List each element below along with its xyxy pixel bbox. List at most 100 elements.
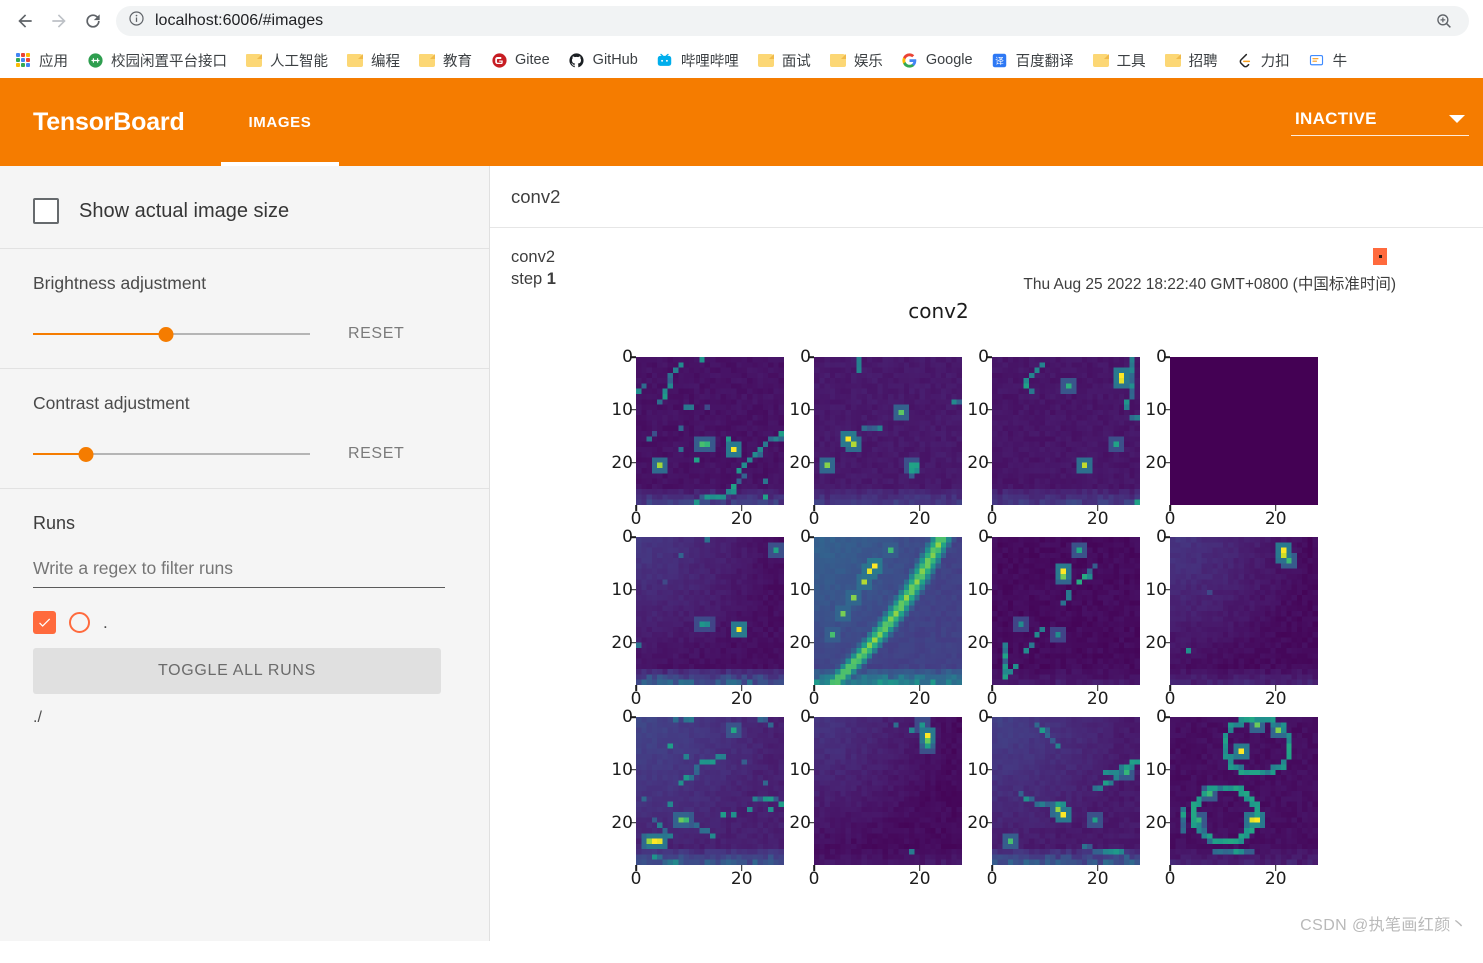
run-item-label: . (103, 612, 108, 632)
bookmark-item[interactable]: 面试 (749, 47, 819, 74)
tag-group-title: conv2 (511, 185, 561, 207)
folder-icon (1092, 51, 1110, 69)
slider-thumb[interactable] (78, 446, 94, 462)
x-tick-label: 20 (1264, 509, 1287, 529)
brightness-slider-row[interactable]: RESET (33, 324, 456, 344)
folder-icon (829, 51, 847, 69)
bookmark-label: 人工智能 (270, 53, 328, 70)
tag-group-header[interactable]: conv2 (490, 166, 1483, 228)
forward-button[interactable] (42, 4, 76, 38)
bookmark-item[interactable]: 校园闲置平台接口 (78, 47, 235, 74)
run-color-swatch[interactable] (1373, 248, 1387, 265)
address-bar[interactable]: localhost:6006/#images (116, 6, 1469, 36)
run-checkbox[interactable] (33, 611, 56, 634)
bookmark-item[interactable]: 哔哩哔哩 (648, 47, 747, 74)
bookmark-item[interactable]: 编程 (338, 47, 408, 74)
back-arrow-icon (18, 14, 32, 28)
x-tick-mark (1169, 865, 1171, 871)
x-tick-mark (740, 865, 743, 871)
x-tick-mark (740, 685, 743, 691)
x-tick-label: 20 (1264, 869, 1287, 889)
run-status-select[interactable]: INACTIVE (1291, 109, 1469, 136)
contrast-slider[interactable] (33, 444, 310, 464)
back-button[interactable] (8, 4, 42, 38)
x-tick-label: 20 (730, 689, 753, 709)
y-tick-mark (1164, 641, 1170, 644)
x-tick-label: 0 (630, 869, 642, 889)
x-tick-label: 20 (908, 509, 931, 529)
info-circle-icon[interactable] (128, 10, 145, 32)
toggle-all-runs-button[interactable]: TOGGLE ALL RUNS (33, 648, 441, 694)
feature-map-grid: 0 10 20 0 20 0 10 20 0 20 0 10 20 0 20 0 10 20 0 20 0 10 20 0 20… (607, 347, 1462, 889)
app-body: Show actual image size Brightness adjust… (0, 166, 1483, 941)
y-tick-mark (986, 769, 992, 771)
x-tick-mark (740, 505, 743, 511)
y-tick-mark (986, 409, 992, 411)
y-tick-mark (986, 641, 992, 644)
x-tick-mark (918, 685, 921, 691)
x-tick-mark (1274, 685, 1277, 691)
bookmark-item[interactable]: Google (893, 48, 981, 72)
bookmark-item[interactable]: 牛 (1300, 47, 1356, 74)
x-tick-label: 0 (986, 509, 998, 529)
brightness-slider[interactable] (33, 324, 310, 344)
bookmark-label: 编程 (371, 53, 400, 70)
x-tick-mark (991, 865, 993, 871)
runs-filter-input[interactable] (33, 558, 445, 579)
tensorboard-tabs: IMAGES (220, 78, 340, 166)
bookmark-item[interactable]: 译 百度翻译 (983, 47, 1082, 74)
figure-title: conv2 (908, 299, 969, 323)
bookmark-item[interactable]: 娱乐 (821, 47, 891, 74)
show-actual-size-row[interactable]: Show actual image size (33, 190, 456, 224)
x-tick-label: 20 (1264, 689, 1287, 709)
toggle-all-runs-label: TOGGLE ALL RUNS (157, 662, 317, 679)
bookmark-label: Gitee (515, 52, 550, 68)
y-tick-mark (986, 716, 992, 718)
x-tick-mark (918, 865, 921, 871)
y-tick-mark (1164, 821, 1170, 824)
bookmark-item[interactable]: 招聘 (1156, 47, 1226, 74)
bookmark-item[interactable]: 力扣 (1228, 47, 1298, 74)
x-tick-mark (918, 505, 921, 511)
folder-icon (418, 51, 436, 69)
feature-map-panel: 0 10 20 0 20 (607, 707, 785, 889)
feature-map-canvas (636, 537, 784, 685)
bookmarks-bar: 应用 校园闲置平台接口 人工智能 编程 教育 Gitee GitHub 哔哩哔哩 面试 娱乐 Goo… (0, 42, 1483, 78)
run-item-dot[interactable]: . (33, 611, 456, 634)
brightness-reset-button[interactable]: RESET (348, 325, 404, 343)
slider-thumb[interactable] (158, 326, 174, 342)
x-tick-label: 20 (730, 869, 753, 889)
bookmark-item[interactable]: 教育 (410, 47, 480, 74)
bookmark-item[interactable]: 工具 (1084, 47, 1154, 74)
folder-icon (757, 51, 775, 69)
leetcode-icon (1236, 51, 1254, 69)
reload-button[interactable] (76, 4, 110, 38)
y-tick-mark (986, 589, 992, 591)
tensorboard-logo[interactable]: TensorBoard (0, 78, 221, 166)
y-tick-mark (630, 536, 636, 538)
y-tick-mark (630, 716, 636, 718)
feature-map-canvas (992, 717, 1140, 865)
x-tick-label: 0 (1164, 509, 1176, 529)
bookmark-item[interactable]: 人工智能 (237, 47, 336, 74)
y-tick-mark (630, 821, 636, 824)
runs-title: Runs (33, 513, 76, 533)
bookmark-item[interactable]: Gitee (482, 48, 558, 72)
x-tick-mark (1169, 685, 1171, 691)
contrast-reset-button[interactable]: RESET (348, 445, 404, 463)
bookmark-label: 应用 (39, 53, 68, 70)
x-tick-label: 20 (730, 509, 753, 529)
bookmark-item[interactable]: GitHub (560, 48, 646, 72)
slider-fill (33, 332, 166, 336)
contrast-slider-row[interactable]: RESET (33, 444, 456, 464)
y-tick-mark (808, 821, 814, 824)
runs-filter[interactable] (33, 558, 445, 588)
bookmark-item[interactable]: 应用 (6, 47, 76, 74)
feature-map-canvas (992, 537, 1140, 685)
header-right-group: INACTIVE (1291, 78, 1483, 166)
show-actual-size-checkbox[interactable] (33, 198, 59, 224)
x-tick-mark (991, 505, 993, 511)
zoom-in-icon[interactable] (1431, 12, 1457, 30)
tab-images[interactable]: IMAGES (220, 78, 340, 166)
feature-map-panel: 0 10 20 0 20 (607, 527, 785, 709)
